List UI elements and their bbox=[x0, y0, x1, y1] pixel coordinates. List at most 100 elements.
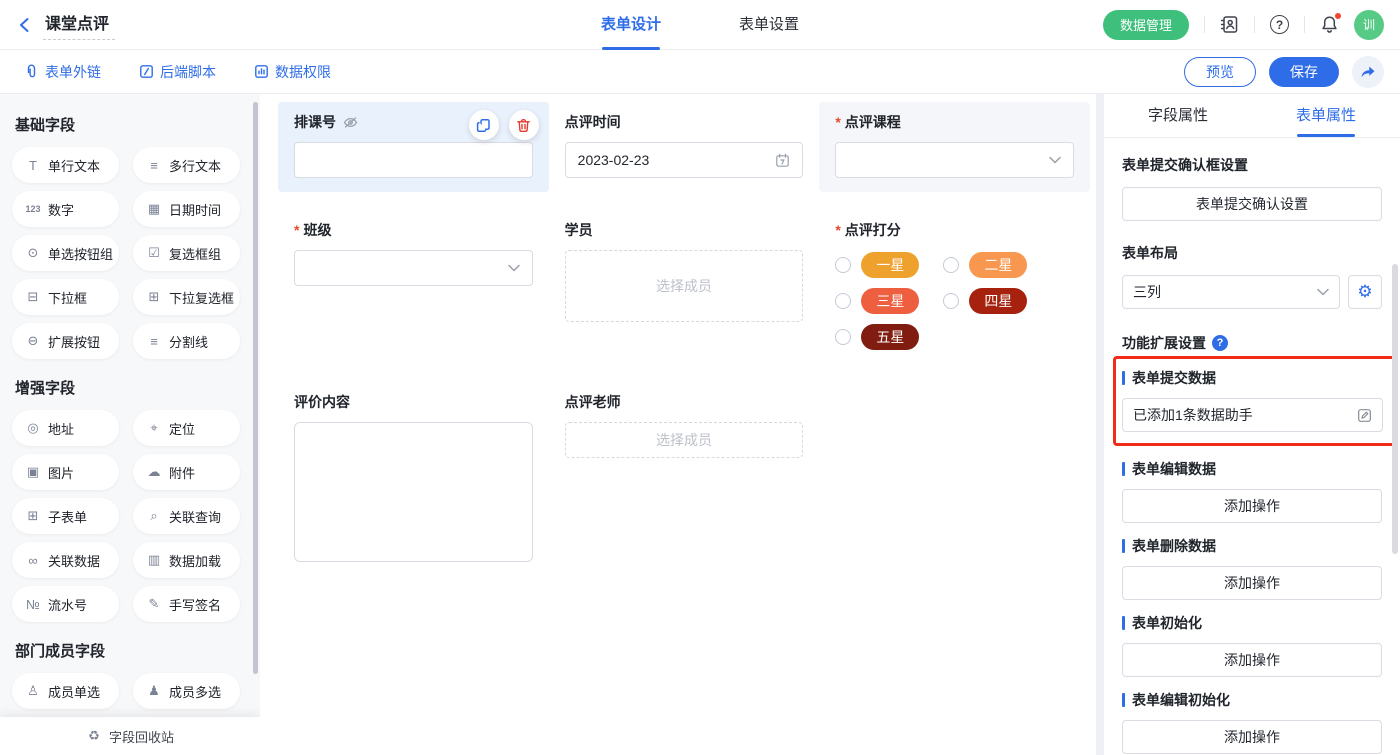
signature-icon: ✎ bbox=[146, 596, 162, 612]
sidebar-item-divider[interactable]: ≡分割线 bbox=[133, 323, 240, 359]
save-button[interactable]: 保存 bbox=[1269, 57, 1339, 87]
sidebar-item-multiline-text[interactable]: ≡多行文本 bbox=[133, 147, 240, 183]
radio-icon[interactable] bbox=[835, 293, 851, 309]
field-block-score[interactable]: *点评打分 一星二星三星四星五星 bbox=[819, 210, 1090, 364]
comment-textarea[interactable] bbox=[294, 422, 533, 562]
extend-button-icon: ⊖ bbox=[25, 333, 41, 349]
sidebar-item-member-multi[interactable]: ♟成员多选 bbox=[133, 673, 240, 709]
tab-form-properties[interactable]: 表单属性 bbox=[1252, 94, 1400, 137]
address-icon: ◎ bbox=[25, 420, 41, 436]
add-action-button[interactable]: 添加操作 bbox=[1122, 489, 1382, 523]
edit-icon[interactable] bbox=[1357, 408, 1372, 423]
panel-group-action: 表单编辑数据添加操作 bbox=[1122, 459, 1382, 523]
calendar-icon bbox=[775, 153, 790, 168]
required-star: * bbox=[835, 222, 840, 238]
field-block-class[interactable]: *班级 bbox=[278, 210, 549, 300]
delete-field-button[interactable] bbox=[509, 110, 539, 140]
panel-group-highlighted: 表单提交数据已添加1条数据助手 bbox=[1113, 356, 1398, 446]
sidebar-item-address[interactable]: ◎ 地址 bbox=[12, 410, 119, 446]
notifications-button[interactable] bbox=[1320, 15, 1339, 34]
field-block-schedule-no[interactable]: 排课号 bbox=[278, 102, 549, 192]
review-time-date-input[interactable]: 2023-02-23 bbox=[565, 142, 804, 178]
sidebar-item-location[interactable]: ⌖定位 bbox=[133, 410, 240, 446]
sidebar-item-number[interactable]: 123数字 bbox=[12, 191, 119, 227]
add-action-button[interactable]: 添加操作 bbox=[1122, 643, 1382, 677]
select-icon: ⊟ bbox=[25, 289, 41, 305]
sidebar-item-label: 下拉框 bbox=[48, 288, 87, 307]
avatar[interactable]: 训 bbox=[1354, 10, 1384, 40]
field-label: 班级 bbox=[303, 220, 331, 240]
field-block-teacher[interactable]: 点评老师 选择成员 bbox=[549, 382, 820, 472]
sidebar-item-serial-number[interactable]: №流水号 bbox=[12, 586, 119, 622]
page-title[interactable]: 课堂点评 bbox=[43, 10, 115, 40]
sidebar-item-label: 关联数据 bbox=[48, 551, 100, 570]
tab-form-design[interactable]: 表单设计 bbox=[601, 0, 661, 50]
data-assistant-box[interactable]: 已添加1条数据助手 bbox=[1122, 398, 1383, 432]
sidebar-item-checkbox-group[interactable]: ☑复选框组 bbox=[133, 235, 240, 271]
teacher-member-picker[interactable]: 选择成员 bbox=[565, 422, 804, 458]
tab-form-settings[interactable]: 表单设置 bbox=[739, 0, 799, 50]
add-action-button[interactable]: 添加操作 bbox=[1122, 720, 1382, 754]
help-question-icon[interactable]: ? bbox=[1212, 335, 1228, 351]
data-permission-link[interactable]: 数据权限 bbox=[254, 62, 331, 82]
multi-select-icon: ⊞ bbox=[146, 289, 162, 305]
sidebar-item-subform[interactable]: ⊞子表单 bbox=[12, 498, 119, 534]
field-block-review-course[interactable]: *点评课程 bbox=[819, 102, 1090, 192]
sidebar-item-attachment[interactable]: ☁附件 bbox=[133, 454, 240, 490]
multiline-text-icon: ≡ bbox=[146, 158, 162, 173]
sidebar-item-data-load[interactable]: ▥数据加载 bbox=[133, 542, 240, 578]
radio-icon[interactable] bbox=[835, 257, 851, 273]
sidebar-item-single-line-text[interactable]: T单行文本 bbox=[12, 147, 119, 183]
top-header: 课堂点评 表单设计 表单设置 数据管理 ? 训 bbox=[0, 0, 1400, 50]
sidebar-item-image[interactable]: ▣图片 bbox=[12, 454, 119, 490]
panel-group-title: 表单初始化 bbox=[1122, 613, 1382, 633]
preview-button[interactable]: 预览 bbox=[1184, 57, 1256, 87]
sidebar-item-signature[interactable]: ✎ 手写签名 bbox=[133, 586, 240, 622]
sidebar-item-label: 单选按钮组 bbox=[48, 244, 113, 263]
tab-field-properties[interactable]: 字段属性 bbox=[1104, 94, 1252, 137]
form-external-link[interactable]: 表单外链 bbox=[24, 62, 101, 82]
score-option: 一星 bbox=[835, 252, 919, 278]
sidebar-item-radio-group[interactable]: ⊙单选按钮组 bbox=[12, 235, 119, 271]
review-course-select[interactable] bbox=[835, 142, 1074, 178]
score-pill: 四星 bbox=[969, 288, 1027, 314]
field-block-student[interactable]: 学员 选择成员 bbox=[549, 210, 820, 336]
field-block-review-time[interactable]: 点评时间 2023-02-23 bbox=[549, 102, 820, 192]
share-button[interactable] bbox=[1352, 56, 1384, 88]
class-select[interactable] bbox=[294, 250, 533, 286]
panel-scrollbar[interactable] bbox=[1392, 264, 1398, 554]
radio-icon[interactable] bbox=[943, 293, 959, 309]
sidebar-item-select[interactable]: ⊟ 下拉框 bbox=[12, 279, 119, 315]
question-icon: ? bbox=[1270, 15, 1289, 34]
checkbox-group-icon: ☑ bbox=[146, 245, 162, 261]
sidebar-item-lookup-query[interactable]: ⌕关联查询 bbox=[133, 498, 240, 534]
sidebar-item-member-single[interactable]: ♙成员单选 bbox=[12, 673, 119, 709]
schedule-no-input[interactable] bbox=[294, 142, 533, 178]
sidebar-item-label: 关联查询 bbox=[169, 507, 221, 526]
submit-confirm-settings-button[interactable]: 表单提交确认设置 bbox=[1122, 187, 1382, 221]
sidebar-item-datetime[interactable]: ▦日期时间 bbox=[133, 191, 240, 227]
add-action-button[interactable]: 添加操作 bbox=[1122, 566, 1382, 600]
field-recycle-bin-button[interactable]: ♻ 字段回收站 bbox=[0, 717, 260, 755]
layout-select[interactable]: 三列 bbox=[1122, 275, 1340, 309]
sidebar-item-label: 手写签名 bbox=[169, 595, 221, 614]
sidebar-scrollbar[interactable] bbox=[253, 102, 258, 674]
sidebar-item-label: 地址 bbox=[48, 419, 74, 438]
header-tabs: 表单设计 表单设置 bbox=[601, 0, 799, 50]
sidebar-item-linked-data[interactable]: ∞关联数据 bbox=[12, 542, 119, 578]
radio-icon[interactable] bbox=[943, 257, 959, 273]
student-member-picker[interactable]: 选择成员 bbox=[565, 250, 804, 322]
back-button[interactable] bbox=[16, 16, 34, 34]
form-layout-heading: 表单布局 bbox=[1122, 243, 1382, 263]
data-manage-button[interactable]: 数据管理 bbox=[1103, 10, 1189, 40]
contacts-button[interactable] bbox=[1220, 15, 1239, 34]
backend-script-link[interactable]: 后端脚本 bbox=[139, 62, 216, 82]
layout-settings-button[interactable]: ⚙ bbox=[1348, 275, 1382, 309]
sidebar-item-label: 子表单 bbox=[48, 507, 87, 526]
sidebar-item-extend-button[interactable]: ⊖扩展按钮 bbox=[12, 323, 119, 359]
copy-field-button[interactable] bbox=[469, 110, 499, 140]
sidebar-item-multi-select[interactable]: ⊞下拉复选框 bbox=[133, 279, 240, 315]
radio-icon[interactable] bbox=[835, 329, 851, 345]
help-button[interactable]: ? bbox=[1270, 15, 1289, 34]
field-block-comment[interactable]: 评价内容 bbox=[278, 382, 549, 579]
